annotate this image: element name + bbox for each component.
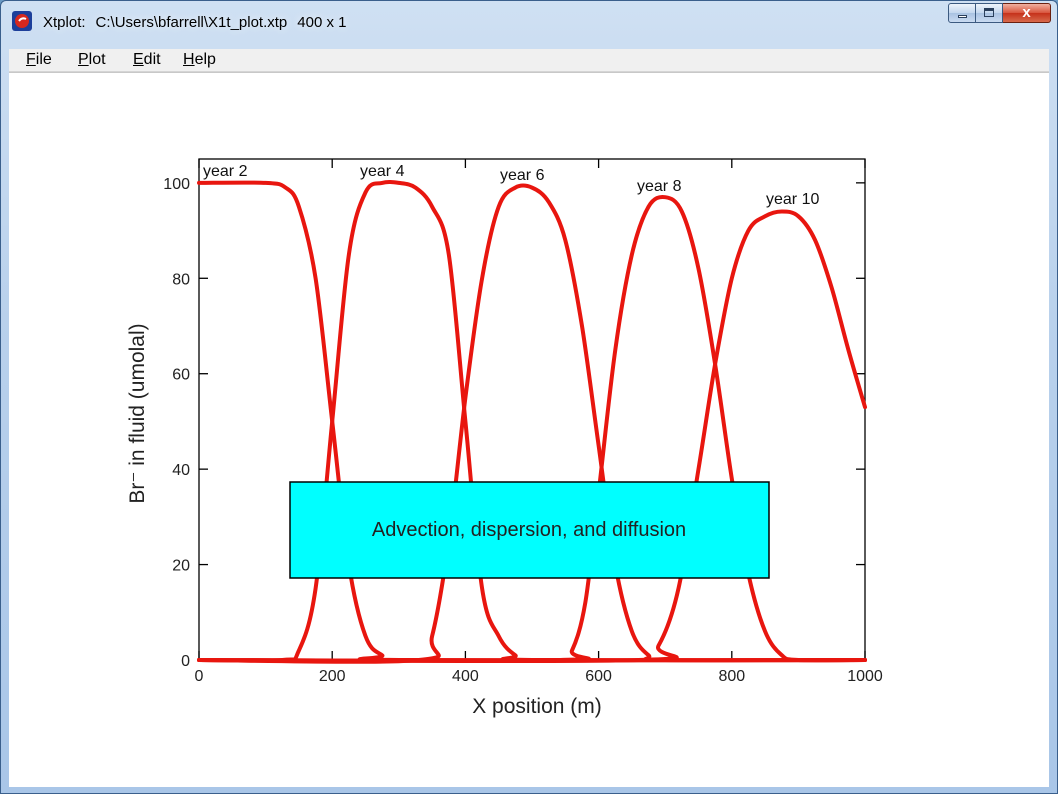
title-bar[interactable]: Xtplot: C:\Users\bfarrell\X1t_plot.xtp 400… (1, 1, 1057, 41)
menu-file-accel: F (26, 51, 36, 68)
maximize-button[interactable] (976, 3, 1003, 23)
y-axis-label: Br⁻ in fluid (umolal) (126, 323, 149, 503)
x-tick-label: 400 (452, 668, 479, 685)
plot-frame (198, 158, 866, 661)
menu-plot-accel: P (78, 51, 89, 68)
menu-file[interactable]: File (26, 51, 52, 69)
y-tick-label: 60 (172, 367, 190, 384)
window-title: Xtplot: C:\Users\bfarrell\X1t_plot.xtp 400… (43, 14, 357, 31)
y-tick-label: 20 (172, 558, 190, 575)
menu-plot[interactable]: Plot (78, 51, 106, 69)
minimize-button[interactable] (948, 3, 976, 23)
line-chart[interactable]: 0 200 400 600 800 1000 0 20 40 60 80 100 X position … (9, 73, 1049, 787)
menu-edit[interactable]: Edit (133, 51, 161, 69)
minimize-icon (958, 15, 967, 18)
y-tick-label: 40 (172, 462, 190, 479)
file-path: C:\Users\bfarrell\X1t_plot.xtp (95, 14, 288, 31)
plot-area[interactable]: 0 200 400 600 800 1000 0 20 40 60 80 100 X position … (9, 72, 1049, 787)
series-label: year 8 (637, 178, 682, 195)
series-line-2 (197, 179, 867, 663)
series-line-1 (197, 180, 867, 663)
x-tick-label: 0 (195, 668, 204, 685)
x-tick-label: 800 (718, 668, 745, 685)
x-tick-label: 600 (585, 668, 612, 685)
menu-help-label: elp (194, 51, 216, 68)
series-label: year 6 (500, 167, 545, 184)
app-name: Xtplot: (43, 14, 86, 31)
xtplot-window: Xtplot: C:\Users\bfarrell\X1t_plot.xtp 400… (0, 0, 1058, 794)
menu-bar: File Plot Edit Help (9, 49, 1049, 72)
menu-file-label: ile (35, 51, 52, 68)
y-tick-label: 100 (163, 176, 190, 193)
series-line-3 (197, 183, 867, 664)
annotation-text: Advection, dispersion, and diffusion (372, 519, 686, 541)
menu-help-accel: H (183, 51, 195, 68)
y-tick-label: 80 (172, 271, 190, 288)
menu-help[interactable]: Help (183, 51, 216, 69)
close-icon: x (1022, 4, 1031, 21)
close-button[interactable]: x (1003, 3, 1051, 23)
series-label: year 2 (203, 163, 248, 180)
menu-edit-label: dit (143, 51, 161, 68)
x-axis-label: X position (m) (472, 695, 602, 718)
y-tick-label: 0 (181, 653, 190, 670)
caption-buttons: x (948, 3, 1051, 29)
xtplot-app-icon[interactable] (11, 10, 33, 32)
x-tick-label: 1000 (847, 668, 883, 685)
series-line-5 (197, 209, 867, 664)
menu-edit-accel: E (133, 51, 144, 68)
grid-dimensions: 400 x 1 (297, 14, 347, 31)
x-tick-label: 200 (319, 668, 346, 685)
series-line-4 (197, 194, 867, 663)
maximize-icon (984, 8, 994, 17)
series-label: year 4 (360, 163, 405, 180)
menu-plot-label: lot (88, 51, 106, 68)
series-label: year 10 (766, 191, 819, 208)
